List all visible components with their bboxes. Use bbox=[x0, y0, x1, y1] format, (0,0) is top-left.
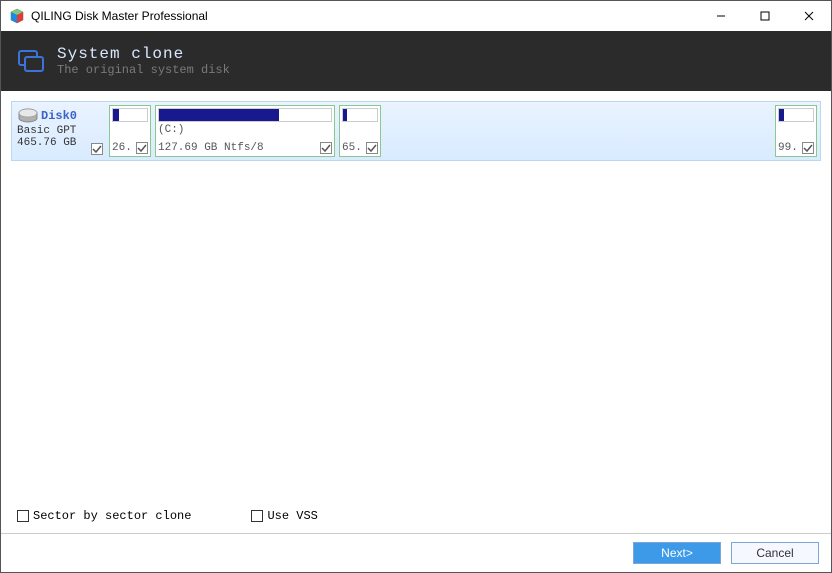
close-button[interactable] bbox=[787, 1, 831, 31]
partition-3-checkbox[interactable] bbox=[366, 142, 378, 154]
disk-info: Disk0 Basic GPT 465.76 GB bbox=[15, 105, 105, 157]
sector-clone-checkbox[interactable] bbox=[17, 510, 29, 522]
content-area: Disk0 Basic GPT 465.76 GB 26. (C:) 127.6… bbox=[1, 91, 831, 533]
window-controls bbox=[699, 1, 831, 31]
use-vss-label: Use VSS bbox=[267, 509, 317, 523]
disk-checkbox[interactable] bbox=[91, 143, 103, 155]
partition-1[interactable]: 26. bbox=[109, 105, 151, 157]
maximize-button[interactable] bbox=[743, 1, 787, 31]
app-icon bbox=[9, 8, 25, 24]
options-row: Sector by sector clone Use VSS bbox=[11, 505, 821, 533]
clone-icon bbox=[17, 47, 45, 75]
page-title: System clone bbox=[57, 45, 230, 63]
partition-1-size: 26. bbox=[112, 142, 132, 154]
partition-2-checkbox[interactable] bbox=[320, 142, 332, 154]
partition-2-detail: 127.69 GB Ntfs/8 bbox=[158, 142, 264, 154]
next-button[interactable]: Next> bbox=[633, 542, 721, 564]
partition-4[interactable]: 99. bbox=[775, 105, 817, 157]
footer: Next> Cancel bbox=[1, 533, 831, 572]
disk-row[interactable]: Disk0 Basic GPT 465.76 GB 26. (C:) 127.6… bbox=[11, 101, 821, 161]
disk-name: Disk0 bbox=[41, 109, 77, 123]
partition-3-size: 65. bbox=[342, 142, 362, 154]
minimize-button[interactable] bbox=[699, 1, 743, 31]
partition-spacer bbox=[385, 105, 771, 157]
partition-1-checkbox[interactable] bbox=[136, 142, 148, 154]
partition-2-label: (C:) bbox=[158, 124, 332, 136]
partition-4-checkbox[interactable] bbox=[802, 142, 814, 154]
window-title: QILING Disk Master Professional bbox=[31, 9, 699, 23]
disk-icon bbox=[17, 107, 39, 125]
use-vss-option[interactable]: Use VSS bbox=[251, 509, 317, 523]
titlebar: QILING Disk Master Professional bbox=[1, 1, 831, 31]
disk-type: Basic GPT bbox=[17, 125, 103, 137]
use-vss-checkbox[interactable] bbox=[251, 510, 263, 522]
empty-area bbox=[11, 161, 821, 505]
partition-4-size: 99. bbox=[778, 142, 798, 154]
partition-3[interactable]: 65. bbox=[339, 105, 381, 157]
sector-clone-option[interactable]: Sector by sector clone bbox=[17, 509, 191, 523]
cancel-button[interactable]: Cancel bbox=[731, 542, 819, 564]
partition-2[interactable]: (C:) 127.69 GB Ntfs/8 bbox=[155, 105, 335, 157]
header: System clone The original system disk bbox=[1, 31, 831, 91]
page-subtitle: The original system disk bbox=[57, 63, 230, 77]
sector-clone-label: Sector by sector clone bbox=[33, 509, 191, 523]
